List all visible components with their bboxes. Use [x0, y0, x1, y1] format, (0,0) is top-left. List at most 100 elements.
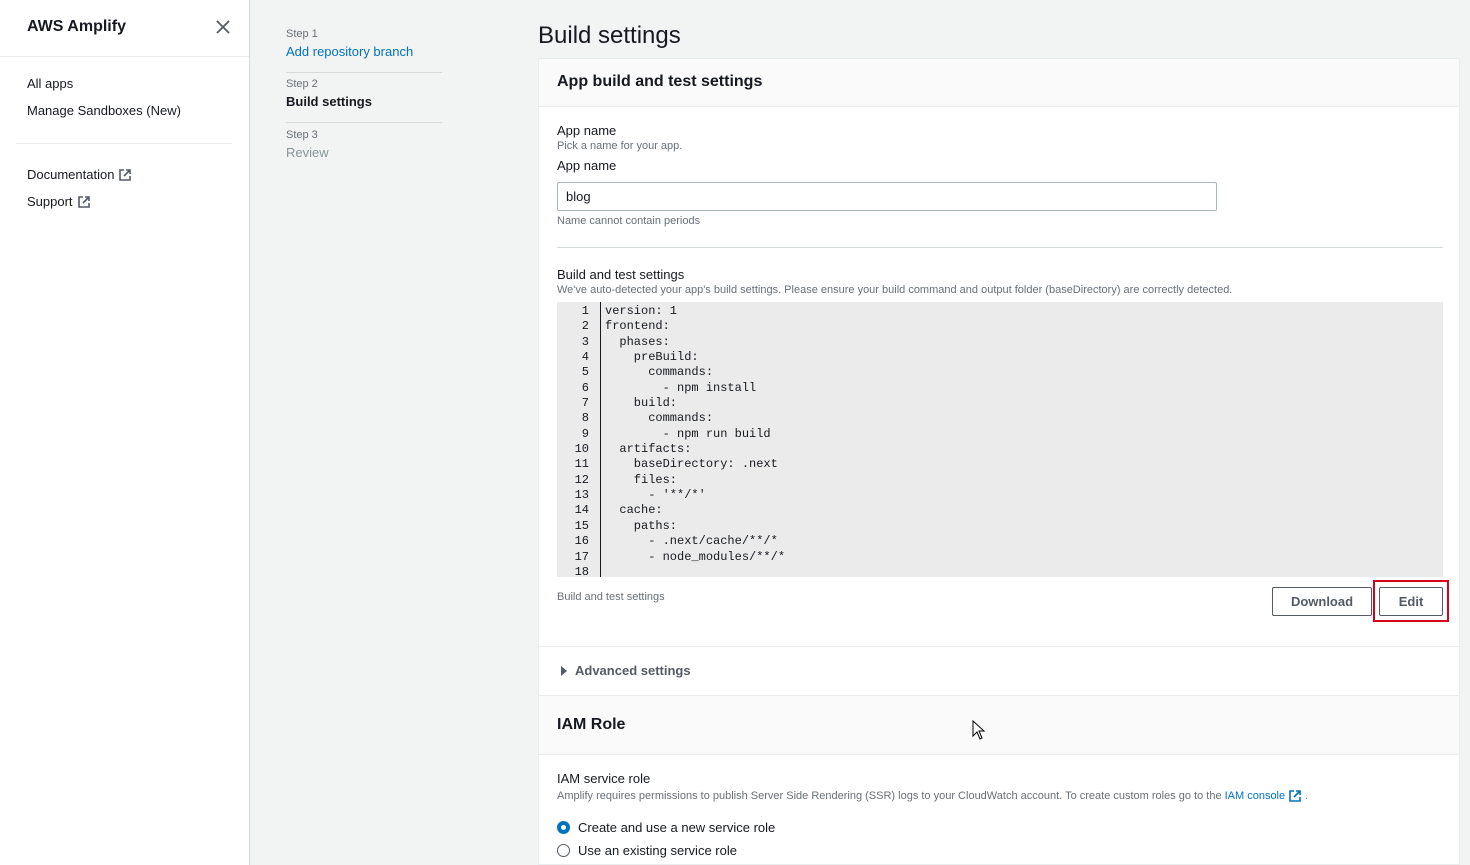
- code-line: preBuild:: [605, 350, 699, 365]
- app-name-section: App name Pick a name for your app. App n…: [557, 123, 682, 173]
- download-button[interactable]: Download: [1272, 587, 1372, 616]
- radio-button[interactable]: [557, 844, 570, 857]
- line-number: 2: [581, 319, 589, 334]
- app-name-section-desc: Pick a name for your app.: [557, 140, 683, 152]
- code-content: version: 1 frontend: phases: preBuild: co…: [605, 302, 785, 577]
- step-number: Step 3: [286, 129, 318, 141]
- line-number: 7: [581, 396, 589, 411]
- line-number: 14: [574, 503, 589, 518]
- line-number: 4: [581, 350, 589, 365]
- iam-desc-end: .: [1305, 790, 1309, 802]
- iam-service-role-section: IAM service role Amplify requires permis…: [557, 771, 1308, 803]
- line-number: 5: [581, 365, 589, 380]
- step-number: Step 1: [286, 28, 318, 40]
- nav-item-support[interactable]: Support: [27, 194, 91, 209]
- code-line: - '**/*': [605, 488, 706, 503]
- code-line: - node_modules/**/*: [605, 549, 786, 564]
- line-number: 18: [574, 564, 589, 577]
- app-build-settings-container: App build and test settings App name Pic…: [538, 58, 1460, 865]
- advanced-settings-toggle[interactable]: Advanced settings: [561, 663, 691, 678]
- step-label-build-settings: Build settings: [286, 94, 372, 109]
- external-link-icon: [118, 168, 132, 182]
- nav-item-documentation[interactable]: Documentation: [27, 167, 132, 182]
- external-link-icon: [1288, 789, 1302, 803]
- radio-use-existing-service-role[interactable]: Use an existing service role: [557, 843, 737, 858]
- radio-button-checked[interactable]: [557, 821, 570, 834]
- code-line: - npm install: [605, 380, 757, 395]
- code-line: paths:: [605, 518, 678, 533]
- iam-role-title: IAM Role: [557, 716, 626, 733]
- step-divider: [286, 122, 442, 123]
- code-line: artifacts:: [605, 442, 692, 457]
- nav-item-manage-sandboxes[interactable]: Manage Sandboxes (New): [27, 103, 181, 118]
- sidenav-title: AWS Amplify: [27, 18, 126, 35]
- build-settings-label: Build and test settings: [557, 267, 685, 282]
- step-link-add-repository-branch[interactable]: Add repository branch: [286, 44, 442, 59]
- code-line: version: 1: [605, 304, 678, 318]
- page-title: Build settings: [538, 22, 681, 49]
- sidenav-header: AWS Amplify: [0, 0, 249, 57]
- nav-item-label: Documentation: [27, 167, 115, 182]
- code-line: - .next/cache/**/*: [605, 534, 778, 549]
- code-line: - npm run build: [605, 426, 771, 441]
- step-2: Step 2 Build settings: [286, 78, 442, 109]
- section-divider: [557, 247, 1443, 248]
- build-settings-desc: We've auto-detected your app's build set…: [557, 284, 1233, 296]
- nav-item-label: All apps: [27, 76, 74, 91]
- advanced-settings-expander[interactable]: Advanced settings: [539, 646, 1459, 696]
- step-3: Step 3 Review: [286, 129, 442, 160]
- code-line: files:: [605, 472, 678, 487]
- advanced-settings-label: Advanced settings: [575, 663, 691, 678]
- line-number: 11: [574, 457, 589, 472]
- nav-item-label: Support: [27, 194, 73, 209]
- line-number-gutter: 1 2 3 4 5 6 7 8 9 10 11 12 13 14 15 16 17 18: [557, 302, 601, 577]
- line-number: 15: [574, 518, 589, 533]
- code-line: cache:: [605, 503, 663, 518]
- mouse-cursor-icon: [972, 719, 986, 740]
- edit-button-highlight: [1373, 580, 1449, 622]
- radio-create-new-service-role[interactable]: Create and use a new service role: [557, 820, 775, 835]
- line-number: 13: [574, 488, 589, 503]
- iam-console-link[interactable]: IAM console: [1225, 790, 1286, 802]
- line-number: 8: [581, 411, 589, 426]
- nav-item-all-apps[interactable]: All apps: [27, 76, 73, 91]
- build-spec-code-editor[interactable]: 1 2 3 4 5 6 7 8 9 10 11 12 13 14 15 16 17 18 version: 1 fr…: [557, 302, 1443, 577]
- line-number: 10: [574, 442, 589, 457]
- app-name-field-label: App name: [557, 158, 617, 173]
- line-number: 9: [581, 426, 589, 441]
- app-name-input[interactable]: [557, 182, 1217, 211]
- line-number: 17: [574, 549, 589, 564]
- container-header: App build and test settings: [539, 59, 1459, 107]
- radio-label: Create and use a new service role: [578, 820, 776, 835]
- code-line: phases:: [605, 334, 670, 349]
- build-settings-section: Build and test settings We've auto-detec…: [557, 267, 1232, 296]
- app-name-section-label: App name: [557, 123, 617, 138]
- nav-divider: [16, 143, 232, 144]
- line-number: 16: [574, 534, 589, 549]
- iam-service-role-desc: Amplify requires permissions to publish …: [557, 789, 1308, 803]
- code-line: build:: [605, 396, 678, 411]
- app-name-constraint: Name cannot contain periods: [557, 215, 701, 227]
- nav-item-label: Manage Sandboxes (New): [27, 103, 181, 118]
- build-settings-caption: Build and test settings: [557, 591, 665, 603]
- line-number: 3: [581, 334, 589, 349]
- caret-right-icon: [561, 665, 567, 676]
- iam-desc-text: Amplify requires permissions to publish …: [557, 790, 1222, 802]
- code-line: commands:: [605, 365, 714, 380]
- code-line: frontend:: [605, 319, 670, 334]
- close-icon[interactable]: [214, 18, 232, 36]
- code-line: baseDirectory: .next: [605, 457, 778, 472]
- line-number: 1: [581, 304, 589, 318]
- code-line: commands:: [605, 411, 714, 426]
- step-1: Step 1 Add repository branch: [286, 28, 442, 59]
- line-number: 6: [581, 380, 589, 395]
- iam-service-role-label: IAM service role: [557, 771, 651, 786]
- external-link-icon: [77, 195, 91, 209]
- step-divider: [286, 72, 442, 73]
- step-label-review: Review: [286, 145, 329, 160]
- radio-label: Use an existing service role: [578, 843, 737, 858]
- step-number: Step 2: [286, 78, 318, 90]
- side-navigation: AWS Amplify All apps Manage Sandboxes (N…: [0, 0, 250, 865]
- iam-role-header: IAM Role: [539, 696, 1459, 755]
